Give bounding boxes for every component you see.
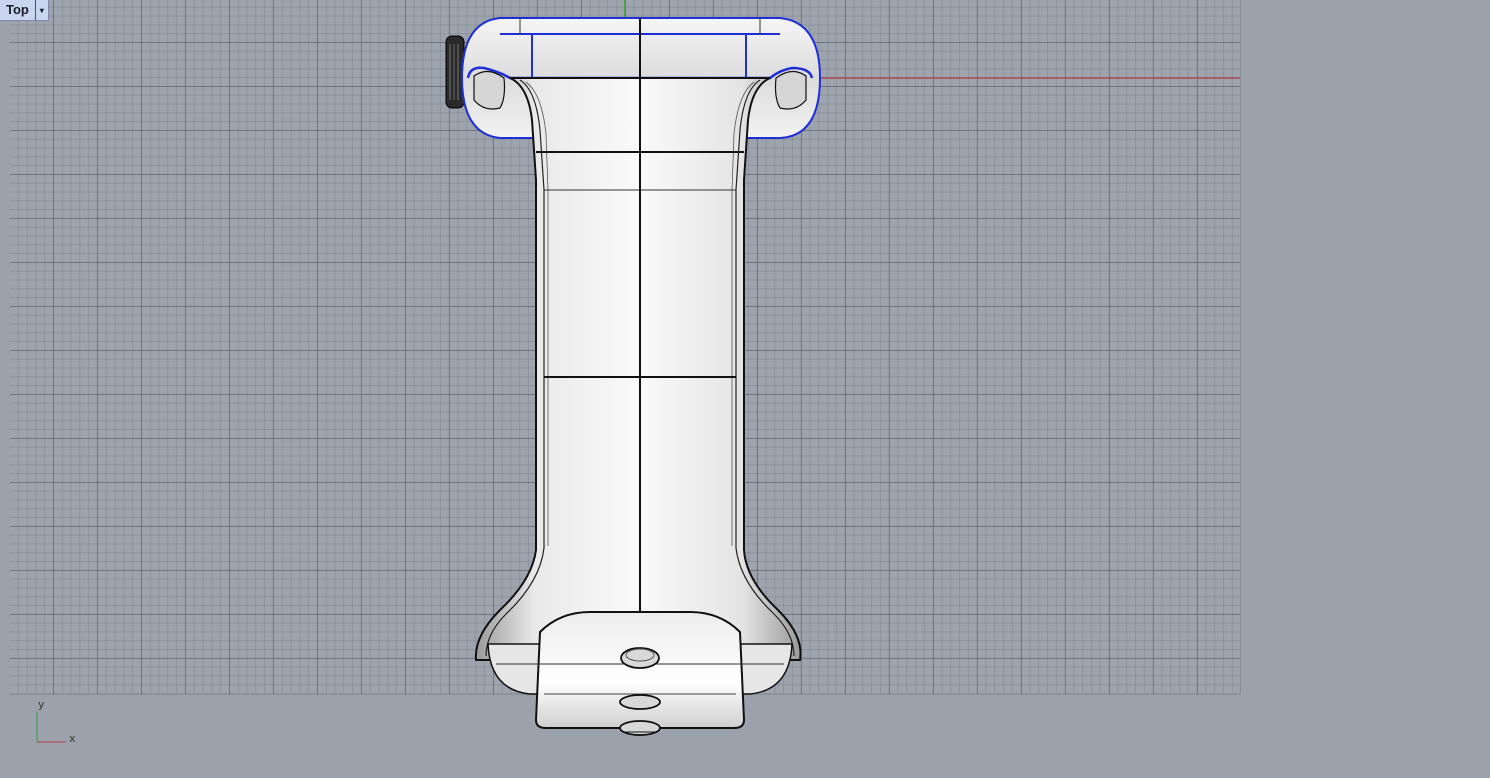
- strap-hole: [619, 694, 661, 710]
- viewport-menu-arrow-icon[interactable]: ▾: [34, 0, 48, 20]
- strap-hole: [620, 647, 660, 669]
- model-canvas[interactable]: [0, 0, 1490, 778]
- viewport-title[interactable]: Top: [0, 0, 35, 20]
- viewport-label-tab[interactable]: Top ▾: [0, 0, 49, 21]
- top-viewport[interactable]: Top ▾ y x: [0, 0, 1490, 778]
- world-axes-indicator: y x: [28, 698, 88, 750]
- x-axis-label: x: [69, 732, 76, 745]
- axes-icon: [36, 712, 66, 743]
- y-axis-label: y: [38, 698, 45, 711]
- strap-hole: [619, 720, 661, 736]
